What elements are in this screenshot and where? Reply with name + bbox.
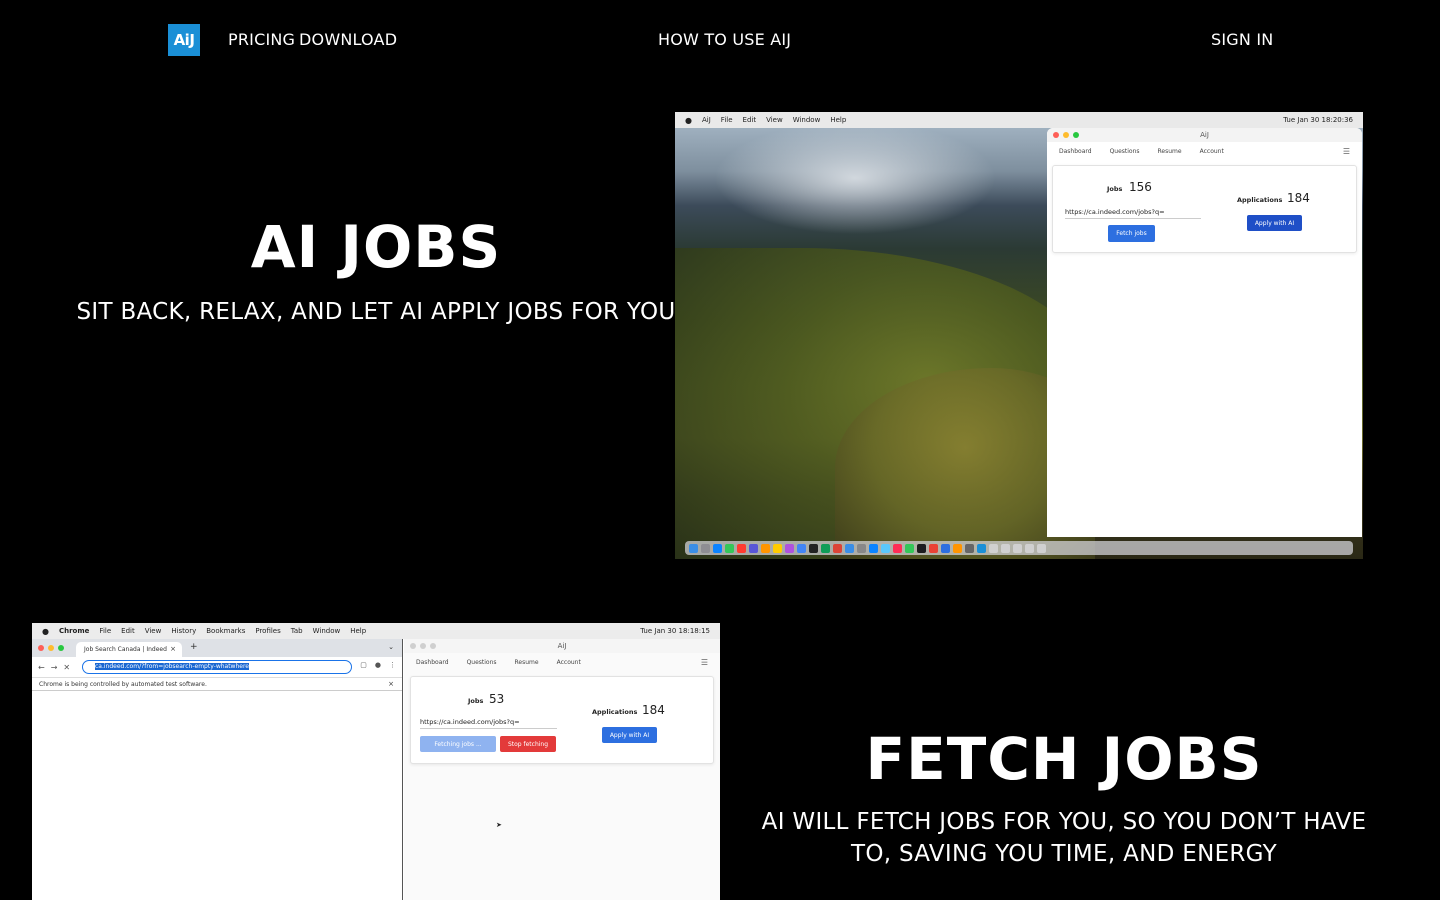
minimize-window-icon [48,645,54,651]
automation-infobar: Chrome is being controlled by automated … [32,677,402,691]
aij-app-window: AiJ Dashboard Questions Resume Account ☰… [404,639,720,900]
browser-tab: Job Search Canada | Indeed × [76,642,182,657]
app-screenshot-fetching: ● Chrome File Edit View History Bookmark… [32,623,720,900]
address-bar-url: ca.indeed.com/?from=jobsearch-empty-what… [95,663,249,670]
stop-fetching-button: Stop fetching [500,736,556,752]
nav-pricing-link[interactable]: PRICING [228,30,295,50]
menu-history: History [171,627,197,635]
menu-edit: Edit [742,116,757,124]
applications-count: 184 [1287,191,1310,205]
menu-edit: Edit [121,627,135,635]
more-options-icon: ⋮ [389,661,396,669]
tab-resume: Resume [1157,148,1182,155]
menu-bookmarks: Bookmarks [206,627,246,635]
aij-app-window: AiJ Dashboard Questions Resume Account ☰… [1047,128,1362,537]
menu-help: Help [830,116,847,124]
menu-window: Window [792,116,821,124]
hero-subtitle-ai-jobs: SIT BACK, RELAX, AND LET AI APPLY JOBS F… [76,299,676,325]
tab-dashboard: Dashboard [1059,148,1092,155]
dashboard-card: Jobs 156 https://ca.indeed.com/jobs?q= F… [1052,165,1357,253]
menu-tab: Tab [290,627,303,635]
chrome-browser-window: Job Search Canada | Indeed × + ⌄ ← → ✕ c… [32,639,403,900]
extensions-icon: ▢ [360,661,367,669]
mouse-cursor-icon: ➤ [496,821,502,829]
menu-help: Help [350,627,367,635]
apple-icon: ● [42,626,49,636]
menubar-clock: Tue Jan 30 18:20:36 [1283,116,1353,124]
menu-icon: ☰ [700,658,708,667]
menu-chrome: Chrome [58,627,90,635]
automation-infobar-text: Chrome is being controlled by automated … [39,681,207,688]
nav-sign-in-link[interactable]: SIGN IN [1211,30,1273,50]
browser-tab-title: Job Search Canada | Indeed [84,646,167,653]
menu-view: View [144,627,162,635]
jobs-url-input: https://ca.indeed.com/jobs?q= [1065,208,1201,219]
back-arrow-icon: ← [38,662,45,672]
stop-loading-icon: ✕ [63,662,71,672]
jobs-count: 156 [1129,180,1152,194]
jobs-label: Jobs [1107,185,1123,193]
menu-profiles: Profiles [255,627,281,635]
applications-label: Applications [592,708,638,716]
jobs-url-input: https://ca.indeed.com/jobs?q= [420,718,557,729]
menu-window: Window [312,627,341,635]
hero-title-fetch-jobs: FETCH JOBS [865,725,1263,793]
close-infobar-icon: × [388,680,394,688]
dashboard-card: Jobs 53 https://ca.indeed.com/jobs?q= Fe… [410,676,714,764]
menu-app: AiJ [701,116,711,124]
macos-menubar: ● Chrome File Edit View History Bookmark… [32,623,720,639]
menubar-clock: Tue Jan 30 18:18:15 [640,627,710,635]
close-tab-icon: × [170,645,176,653]
tab-account: Account [1199,148,1224,155]
tab-resume: Resume [514,659,539,666]
macos-menubar: ● AiJ File Edit View Window Help Tue Jan… [675,112,1363,128]
tab-questions: Questions [466,659,497,666]
nav-download-link[interactable]: DOWNLOAD [299,30,397,50]
close-window-icon [38,645,44,651]
app-tabs: Dashboard Questions Resume Account ☰ [404,653,720,671]
profile-icon: ● [374,661,381,669]
zoom-window-icon [58,645,64,651]
hero-title-ai-jobs: AI JOBS [250,213,502,281]
app-screenshot-dashboard: ● AiJ File Edit View Window Help Tue Jan… [675,112,1363,559]
nav-how-to-use-link[interactable]: HOW TO USE AIJ [658,30,791,50]
tab-dashboard: Dashboard [416,659,449,666]
jobs-count: 53 [489,692,505,706]
apple-icon: ● [685,115,692,125]
hero-subtitle-fetch-jobs: AI WILL FETCH JOBS FOR YOU, SO YOU DON’T… [761,809,1367,867]
fetching-jobs-button: Fetching jobs ... [420,736,496,752]
tab-questions: Questions [1109,148,1140,155]
jobs-label: Jobs [468,697,484,705]
forward-arrow-icon: → [50,662,58,672]
new-tab-icon: + [190,642,198,652]
tab-account: Account [556,659,581,666]
apply-with-ai-button: Apply with AI [1247,215,1302,231]
menu-file: File [99,627,112,635]
applications-count: 184 [642,703,665,717]
menu-file: File [720,116,733,124]
app-window-title: AiJ [1200,131,1209,139]
macos-dock [685,541,1353,555]
address-bar: ca.indeed.com/?from=jobsearch-empty-what… [82,660,352,674]
menu-icon: ☰ [1342,147,1350,156]
fetch-jobs-button: Fetch jobs [1108,225,1155,242]
app-window-title: AiJ [557,642,567,650]
applications-label: Applications [1237,196,1283,204]
app-tabs: Dashboard Questions Resume Account ☰ [1047,142,1362,160]
menu-view: View [766,116,783,124]
apply-with-ai-button: Apply with AI [602,727,657,743]
aij-logo[interactable]: AiJ [168,24,200,56]
chevron-down-icon: ⌄ [388,643,394,651]
